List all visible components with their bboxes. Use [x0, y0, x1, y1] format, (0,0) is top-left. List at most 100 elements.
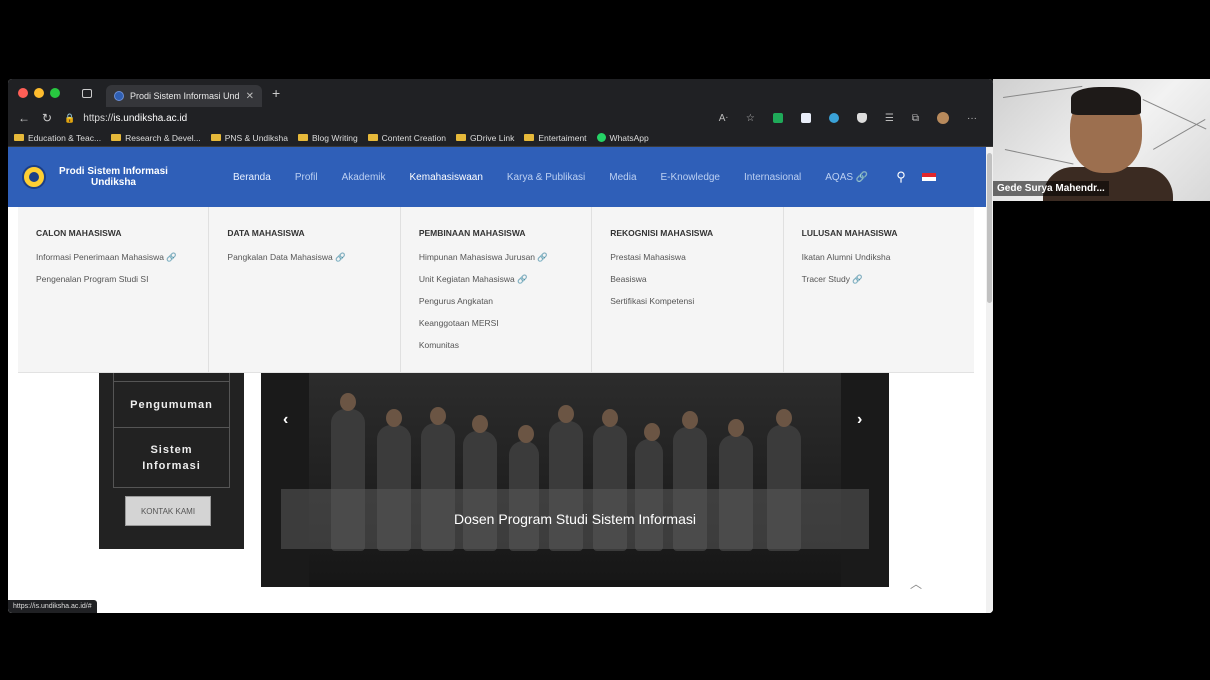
- extension-circle-icon[interactable]: [828, 113, 839, 123]
- url-domain: is.undiksha.ac.id: [113, 112, 188, 124]
- bookmark-whatsapp[interactable]: WhatsApp: [596, 132, 649, 143]
- language-flag-icon[interactable]: [921, 173, 936, 181]
- whatsapp-icon: [596, 133, 606, 142]
- slider-caption: Dosen Program Studi Sistem Informasi: [281, 489, 869, 549]
- minimize-window-button[interactable]: [34, 88, 44, 98]
- folder-icon: [367, 134, 378, 141]
- scrollbar-thumb[interactable]: [987, 153, 992, 303]
- hero-slider: Dosen Program Studi Sistem Informasi ‹ ›: [261, 373, 889, 587]
- menu-profil[interactable]: Profil: [295, 172, 318, 183]
- website-viewport: Prodi Sistem Informasi Undiksha Beranda …: [8, 147, 993, 613]
- slider-prev-icon[interactable]: ‹: [283, 411, 288, 429]
- bookmark-label: Content Creation: [381, 132, 446, 143]
- bookmark-label: PNS & Undiksha: [224, 132, 288, 143]
- slider-next-icon[interactable]: ›: [857, 411, 862, 429]
- bookmark-label: Entertaiment: [538, 132, 587, 143]
- sidebar-panel: Pengumuman Sistem Informasi KONTAK KAMI: [99, 373, 244, 549]
- mega-column-title: CALON MAHASISWA: [36, 228, 122, 238]
- network-line: [1142, 99, 1207, 130]
- mega-link[interactable]: Himpunan Mahasiswa Jurusan 🔗: [419, 252, 579, 263]
- folder-icon: [524, 134, 535, 141]
- bookmark-gdrive[interactable]: GDrive Link: [455, 133, 514, 143]
- bookmarks-bar: Education & Teac... Research & Devel... …: [8, 129, 993, 147]
- menu-media[interactable]: Media: [609, 172, 636, 183]
- bookmark-education[interactable]: Education & Teac...: [14, 133, 101, 143]
- add-favorite-icon[interactable]: ☆: [746, 113, 755, 124]
- folder-icon: [111, 134, 122, 141]
- menu-internasional[interactable]: Internasional: [744, 172, 801, 183]
- participant-hair: [1071, 87, 1141, 115]
- bookmark-entertaiment[interactable]: Entertaiment: [524, 132, 587, 143]
- network-line: [1153, 119, 1206, 150]
- tab-actions-icon[interactable]: [82, 88, 92, 98]
- sidebar-item-partial[interactable]: [113, 373, 230, 382]
- undiksha-logo-icon[interactable]: [22, 165, 46, 189]
- maximize-window-button[interactable]: [50, 88, 60, 98]
- mega-link[interactable]: Pengenalan Program Studi SI: [36, 274, 196, 285]
- screen: Prodi Sistem Informasi Undiksha ✕ + ← ↻ …: [0, 0, 1210, 680]
- extension-s-icon[interactable]: [800, 113, 811, 123]
- mega-link[interactable]: Ikatan Alumni Undiksha: [802, 252, 962, 263]
- status-url: https://is.undiksha.ac.id/#: [8, 600, 97, 613]
- mega-link[interactable]: Informasi Penerimaan Mahasiswa 🔗: [36, 252, 196, 263]
- browser-tools: Aᐧ ☆ ☰ ⧉ ···: [719, 112, 977, 124]
- scroll-top-icon[interactable]: ︿: [910, 575, 922, 592]
- mega-link[interactable]: Beasiswa: [610, 274, 770, 285]
- favorites-icon[interactable]: ☰: [885, 113, 894, 124]
- window-controls: [18, 88, 60, 98]
- menu-kemahasiswaan[interactable]: Kemahasiswaan: [410, 172, 483, 183]
- shield-icon[interactable]: [856, 113, 867, 123]
- mega-link[interactable]: Sertifikasi Kompetensi: [610, 296, 770, 307]
- menu-aqas[interactable]: AQAS 🔗: [825, 172, 868, 183]
- folder-icon: [14, 134, 24, 141]
- mega-column-title: PEMBINAAN MAHASISWA: [418, 228, 526, 238]
- mega-link[interactable]: Pengurus Angkatan: [419, 296, 579, 307]
- menu-e-knowledge[interactable]: E-Knowledge: [661, 172, 720, 183]
- kontak-kami-button[interactable]: KONTAK KAMI: [125, 496, 211, 526]
- favicon-icon: [114, 91, 124, 101]
- collections-icon[interactable]: ⧉: [912, 113, 919, 124]
- mega-link[interactable]: Unit Kegiatan Mahasiswa 🔗: [419, 274, 579, 285]
- mega-link[interactable]: Keanggotaan MERSI: [419, 318, 579, 329]
- profile-avatar-icon[interactable]: [937, 112, 949, 124]
- bookmark-pns[interactable]: PNS & Undiksha: [210, 132, 288, 143]
- video-call-tile: Gede Surya Mahendr...: [993, 79, 1210, 201]
- mega-link[interactable]: Pangkalan Data Mahasiswa 🔗: [227, 252, 387, 263]
- read-aloud-icon[interactable]: Aᐧ: [719, 113, 728, 124]
- network-line: [1004, 149, 1074, 165]
- mega-link[interactable]: Komunitas: [419, 340, 579, 351]
- menu-karya-publikasi[interactable]: Karya & Publikasi: [507, 172, 585, 183]
- mega-link[interactable]: Prestasi Mahasiswa: [610, 252, 770, 263]
- menu-beranda[interactable]: Beranda: [233, 172, 271, 183]
- bookmark-label: WhatsApp: [609, 132, 649, 143]
- mega-link[interactable]: Tracer Study 🔗: [802, 274, 962, 285]
- mega-menu-kemahasiswaan: CALON MAHASISWA Informasi Penerimaan Mah…: [18, 207, 974, 373]
- back-icon[interactable]: ←: [18, 111, 30, 125]
- mega-column-title: LULUSAN MAHASISWA: [801, 228, 898, 238]
- bookmark-label: Education & Teac...: [28, 132, 102, 143]
- bookmark-content[interactable]: Content Creation: [367, 132, 446, 143]
- browser-tab[interactable]: Prodi Sistem Informasi Undiksha ✕: [106, 85, 262, 107]
- address-bar[interactable]: 🔒 https://is.undiksha.ac.id: [64, 113, 707, 124]
- close-window-button[interactable]: [18, 88, 28, 98]
- mega-column-title: REKOGNISI MAHASISWA: [610, 228, 714, 238]
- sidebar-item-pengumuman[interactable]: Pengumuman: [113, 382, 230, 428]
- site-brand[interactable]: Prodi Sistem Informasi Undiksha: [56, 166, 171, 188]
- refresh-icon[interactable]: ↻: [42, 111, 52, 125]
- tab-title: Prodi Sistem Informasi Undiksha: [130, 91, 240, 101]
- more-icon[interactable]: ···: [967, 113, 977, 124]
- extension-green-icon[interactable]: [772, 113, 783, 123]
- page-scrollbar[interactable]: [986, 147, 993, 613]
- bookmark-blog[interactable]: Blog Writing: [298, 133, 358, 143]
- bookmark-research[interactable]: Research & Devel...: [111, 133, 201, 143]
- main-menu: Beranda Profil Akademik Kemahasiswaan Ka…: [233, 172, 892, 183]
- new-tab-button[interactable]: +: [272, 85, 280, 101]
- url-prefix: https://: [83, 112, 114, 124]
- sidebar-item-sistem-informasi[interactable]: Sistem Informasi: [113, 428, 230, 488]
- search-icon[interactable]: ⚲: [896, 169, 906, 185]
- close-tab-icon[interactable]: ✕: [246, 91, 254, 102]
- menu-akademik[interactable]: Akademik: [342, 172, 386, 183]
- folder-icon: [455, 134, 466, 141]
- mega-column: LULUSAN MAHASISWA Ikatan Alumni Undiksha…: [784, 207, 974, 372]
- folder-icon: [210, 134, 221, 141]
